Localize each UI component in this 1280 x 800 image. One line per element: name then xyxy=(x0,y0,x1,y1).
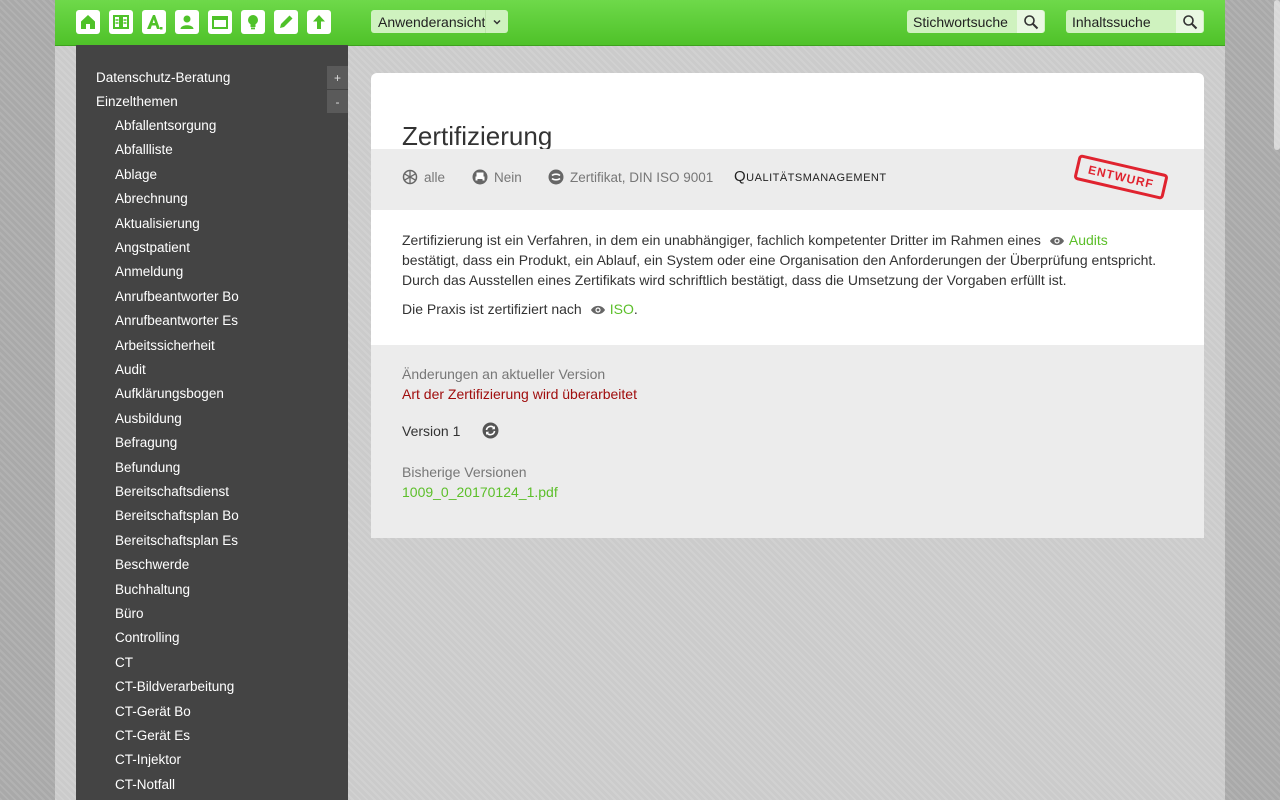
category-label: Qualitätsmanagement xyxy=(734,168,887,185)
sidebar-item-ct-gerät-es[interactable]: CT-Gerät Es xyxy=(115,728,190,743)
sidebar-item-ablage[interactable]: Ablage xyxy=(115,167,157,182)
sidebar-item-ct[interactable]: CT xyxy=(115,655,133,670)
tags-icon xyxy=(548,169,564,185)
font-icon[interactable] xyxy=(142,10,166,34)
iso-link[interactable]: ISO xyxy=(610,301,634,317)
chevron-down-icon xyxy=(485,10,508,33)
sidebar-item-befundung[interactable]: Befundung xyxy=(115,460,180,475)
view-select-label: Anwenderansicht xyxy=(378,13,486,30)
content-search-input[interactable] xyxy=(1066,10,1176,33)
upload-icon[interactable] xyxy=(307,10,331,34)
expand-all-button[interactable]: + xyxy=(327,66,348,89)
sidebar-item-abrechnung[interactable]: Abrechnung xyxy=(115,191,188,206)
sidebar-item-beschwerde[interactable]: Beschwerde xyxy=(115,557,189,572)
keyword-search xyxy=(907,10,1045,33)
sidebar-item-aufklärungsbogen[interactable]: Aufklärungsbogen xyxy=(115,386,224,401)
sidebar-item-angstpatient[interactable]: Angstpatient xyxy=(115,240,190,255)
sidebar-item-bereitschaftsplan-bo[interactable]: Bereitschaftsplan Bo xyxy=(115,508,239,523)
praxis-text: Die Praxis ist zertifiziert nach xyxy=(402,301,582,317)
page-title: Zertifizierung xyxy=(402,121,553,152)
previous-version-link[interactable]: 1009_0_20170124_1.pdf xyxy=(402,484,558,500)
search-icon[interactable] xyxy=(1017,10,1044,33)
sidebar-item-befragung[interactable]: Befragung xyxy=(115,435,177,450)
sidebar-item-controlling[interactable]: Controlling xyxy=(115,630,180,645)
meta-audience-value: alle xyxy=(424,169,446,185)
printer-icon xyxy=(472,169,488,185)
sidebar-item-abfallliste[interactable]: Abfallliste xyxy=(115,142,173,157)
praxis-paragraph: Die Praxis ist zertifiziert nach ISO. xyxy=(402,299,1182,319)
eye-icon xyxy=(590,305,605,315)
view-select[interactable]: Anwenderansicht xyxy=(371,10,508,33)
audits-link[interactable]: Audits xyxy=(1069,232,1108,248)
changes-note: Art der Zertifizierung wird überarbeitet xyxy=(402,386,637,402)
sidebar-item-anmeldung[interactable]: Anmeldung xyxy=(115,264,183,279)
refresh-icon[interactable] xyxy=(482,422,499,439)
sidebar-item-anrufbeantworter-es[interactable]: Anrufbeantworter Es xyxy=(115,313,238,328)
praxis-end: . xyxy=(633,301,638,317)
changes-label: Änderungen an aktueller Version xyxy=(402,366,606,382)
sidebar-tree: + - Datenschutz-Beratung Einzelthemen Ab… xyxy=(76,45,348,800)
sidebar-item-aktualisierung[interactable]: Aktualisierung xyxy=(115,216,200,231)
sidebar-item-ct-gerät-bo[interactable]: CT-Gerät Bo xyxy=(115,704,191,719)
eye-icon xyxy=(1049,236,1064,246)
keyword-search-input[interactable] xyxy=(907,10,1017,33)
meta-print: Nein xyxy=(472,169,522,185)
sidebar-item-einzelthemen[interactable]: Einzelthemen xyxy=(96,94,178,109)
app-shell: Anwenderansicht + - Datenschutz-Beratung… xyxy=(55,0,1225,800)
sidebar-item-anrufbeantworter-bo[interactable]: Anrufbeantworter Bo xyxy=(115,289,239,304)
search-icon[interactable] xyxy=(1176,10,1203,33)
sidebar-item-büro[interactable]: Büro xyxy=(115,606,144,621)
description-paragraph: Zertifizierung ist ein Verfahren, in dem… xyxy=(402,230,1182,290)
sidebar-item-ct-notfall[interactable]: CT-Notfall xyxy=(115,777,175,792)
sidebar-item-datenschutz-beratung[interactable]: Datenschutz-Beratung xyxy=(96,70,230,85)
sidebar-item-ausbildung[interactable]: Ausbildung xyxy=(115,411,182,426)
sidebar-item-bereitschaftsplan-es[interactable]: Bereitschaftsplan Es xyxy=(115,533,238,548)
article-card: Zertifizierung alle Nein Zertifikat, DIN… xyxy=(371,73,1204,538)
sidebar-item-abfallentsorgung[interactable]: Abfallentsorgung xyxy=(115,118,216,133)
meta-print-value: Nein xyxy=(494,169,522,185)
description-text-2: bestätigt, dass ein Produkt, ein Ablauf,… xyxy=(402,252,1157,288)
user-icon[interactable] xyxy=(175,10,199,34)
lightbulb-icon[interactable] xyxy=(241,10,265,34)
meta-audience: alle xyxy=(402,169,445,185)
sidebar-item-audit[interactable]: Audit xyxy=(115,362,146,377)
pencil-icon[interactable] xyxy=(274,10,298,34)
page-scrollbar[interactable] xyxy=(1274,0,1280,150)
top-toolbar: Anwenderansicht xyxy=(55,0,1225,46)
meta-tags-value: Zertifikat, DIN ISO 9001 xyxy=(570,169,714,185)
sidebar-item-ct-bildverarbeitung[interactable]: CT-Bildverarbeitung xyxy=(115,679,234,694)
article-description: Zertifizierung ist ein Verfahren, in dem… xyxy=(402,230,1182,319)
meta-tags: Zertifikat, DIN ISO 9001 xyxy=(548,169,713,185)
collapse-all-button[interactable]: - xyxy=(327,90,348,113)
sidebar-item-buchhaltung[interactable]: Buchhaltung xyxy=(115,582,190,597)
version-section: Änderungen an aktueller Version Art der … xyxy=(371,345,1204,538)
previous-versions-label: Bisherige Versionen xyxy=(402,464,527,480)
sidebar-item-bereitschaftsdienst[interactable]: Bereitschaftsdienst xyxy=(115,484,229,499)
book-icon[interactable] xyxy=(109,10,133,34)
version-label: Version 1 xyxy=(402,423,461,439)
folder-icon[interactable] xyxy=(208,10,232,34)
sidebar-item-ct-injektor[interactable]: CT-Injektor xyxy=(115,752,181,767)
description-text-1: Zertifizierung ist ein Verfahren, in dem… xyxy=(402,232,1041,248)
audience-icon xyxy=(402,169,418,185)
sidebar-item-arbeitssicherheit[interactable]: Arbeitssicherheit xyxy=(115,338,215,353)
home-icon[interactable] xyxy=(76,10,100,34)
content-search xyxy=(1066,10,1204,33)
